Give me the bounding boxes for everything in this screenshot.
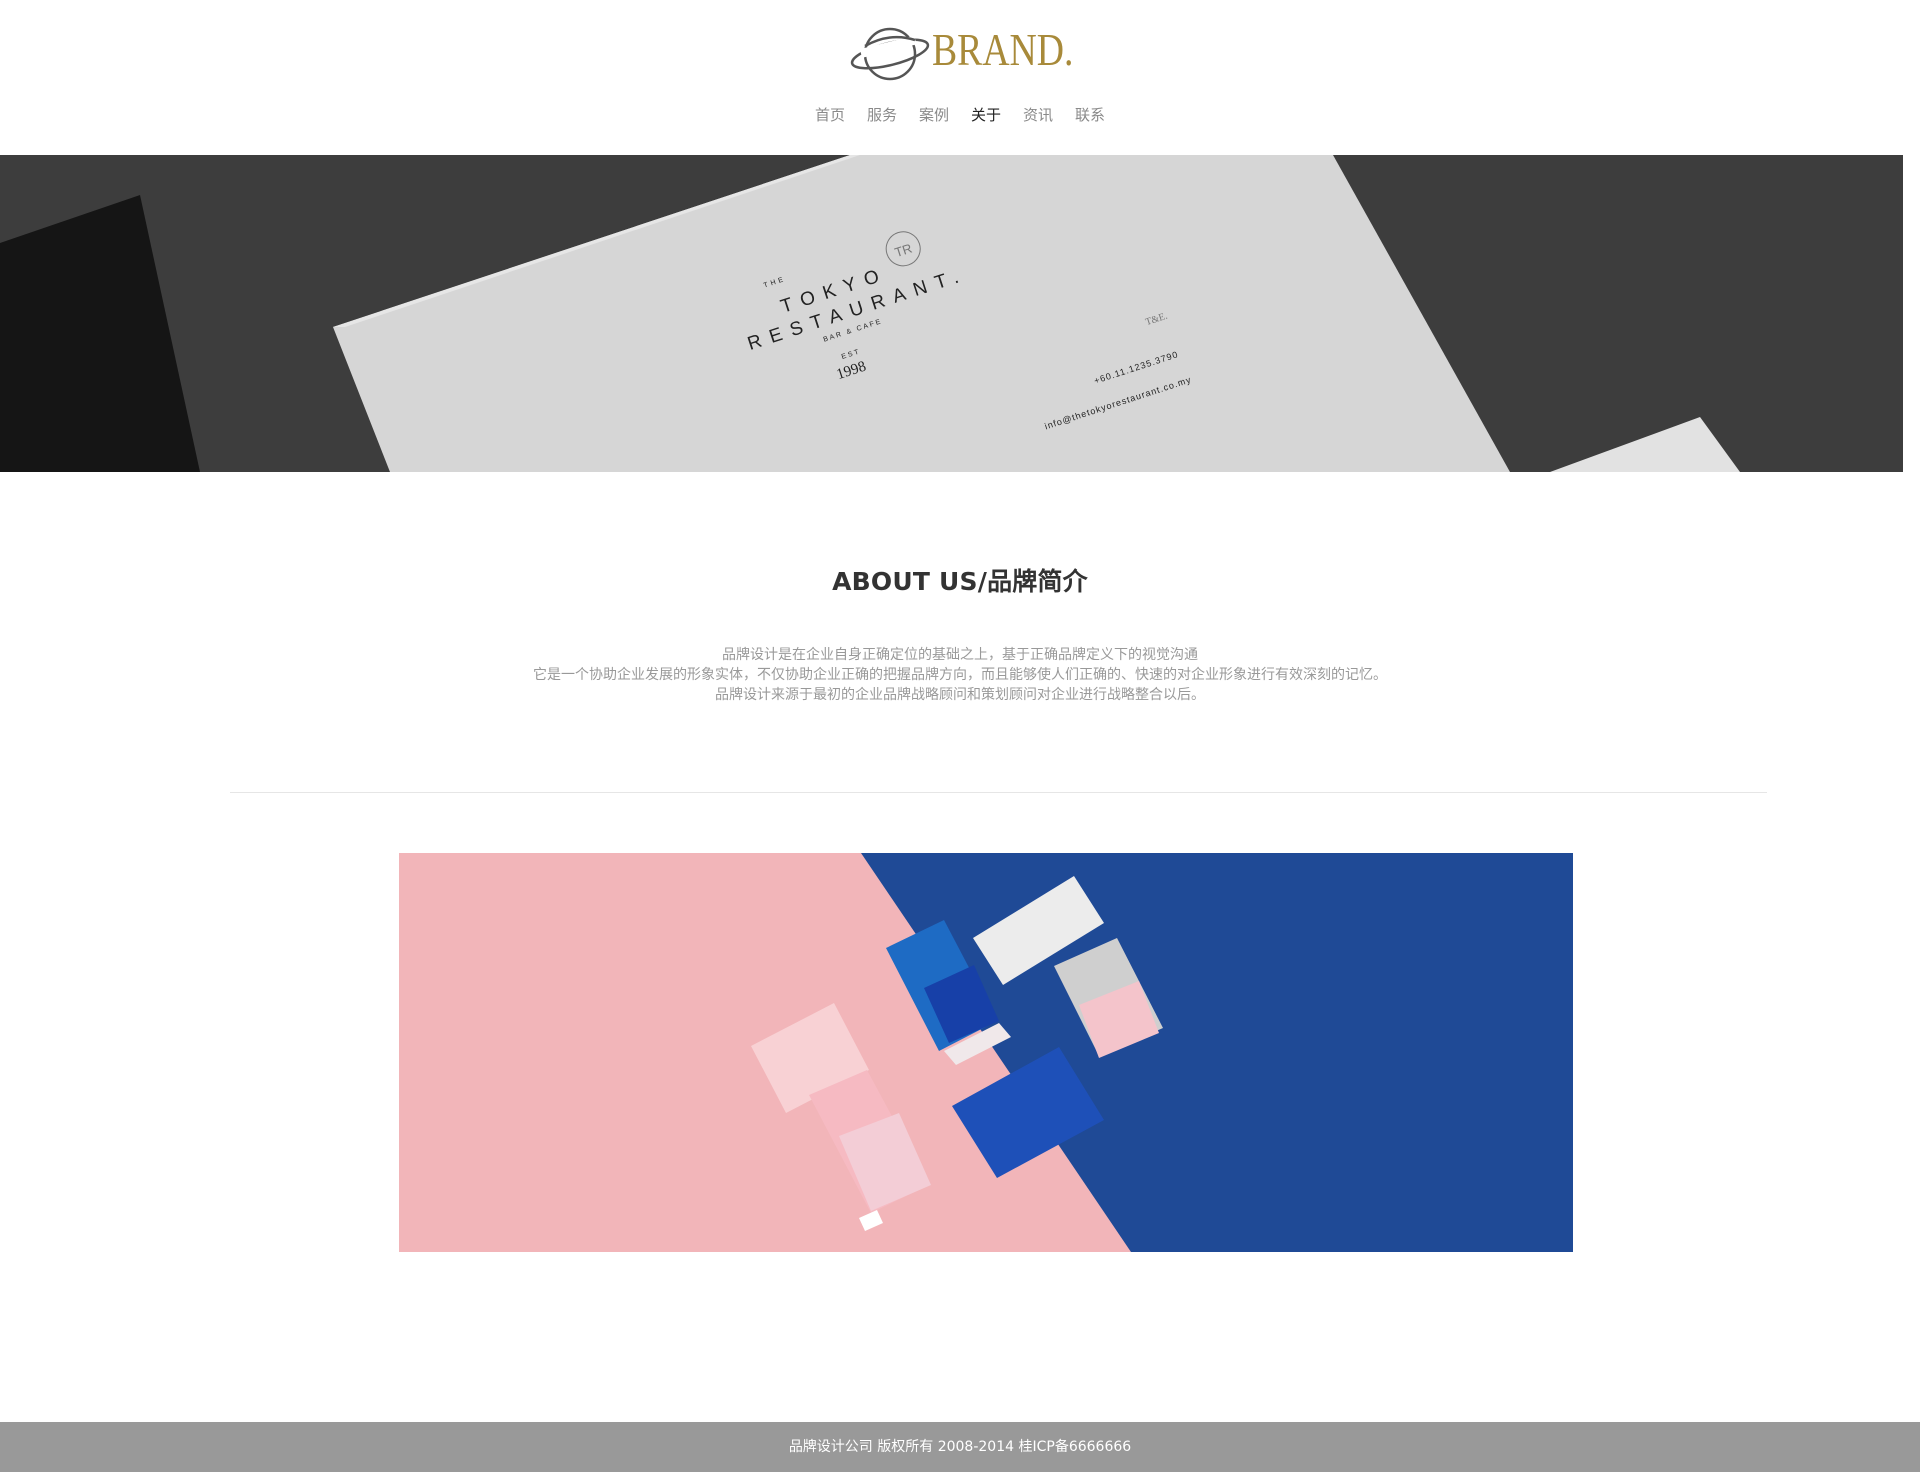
nav-item-home[interactable]: 首页 xyxy=(804,104,856,126)
about-line-3: 品牌设计来源于最初的企业品牌战略顾问和策划顾问对企业进行战略整合以后。 xyxy=(715,687,1205,703)
footer-copyright: 品牌设计公司 版权所有 2008-2014 桂ICP备6666666 xyxy=(788,1439,1132,1455)
brand-wordmark: BRAND. xyxy=(932,24,1074,75)
brand-logo[interactable]: BRAND. xyxy=(848,18,1088,88)
site-header: BRAND. 首页 服务 案例 关于 资讯 联系 xyxy=(0,0,1920,155)
nav-item-news[interactable]: 资讯 xyxy=(1012,104,1064,126)
about-line-2: 它是一个协助企业发展的形象实体，不仅协助企业正确的把握品牌方向，而且能够使人们正… xyxy=(533,667,1387,683)
nav-item-about[interactable]: 关于 xyxy=(960,104,1012,126)
nav-item-services[interactable]: 服务 xyxy=(856,104,908,126)
nav-item-contact[interactable]: 联系 xyxy=(1064,104,1116,126)
about-title: ABOUT US/品牌简介 xyxy=(832,567,1088,596)
nav-item-cases[interactable]: 案例 xyxy=(908,104,960,126)
hero-banner: THE TR TOKYO RESTAURANT. BAR & CAFE EST … xyxy=(0,155,1903,472)
packaging-photo xyxy=(399,853,1573,1252)
hero-image: THE TR TOKYO RESTAURANT. BAR & CAFE EST … xyxy=(0,155,1903,472)
showcase-image xyxy=(399,853,1573,1252)
site-footer: 品牌设计公司 版权所有 2008-2014 桂ICP备6666666 xyxy=(0,1422,1920,1472)
section-divider xyxy=(230,792,1767,793)
main-nav: 首页 服务 案例 关于 资讯 联系 xyxy=(0,104,1920,126)
planet-logo-icon xyxy=(850,27,930,81)
about-line-1: 品牌设计是在企业自身正确定位的基础之上，基于正确品牌定义下的视觉沟通 xyxy=(722,647,1198,663)
about-description: 品牌设计是在企业自身正确定位的基础之上，基于正确品牌定义下的视觉沟通 它是一个协… xyxy=(0,645,1920,705)
